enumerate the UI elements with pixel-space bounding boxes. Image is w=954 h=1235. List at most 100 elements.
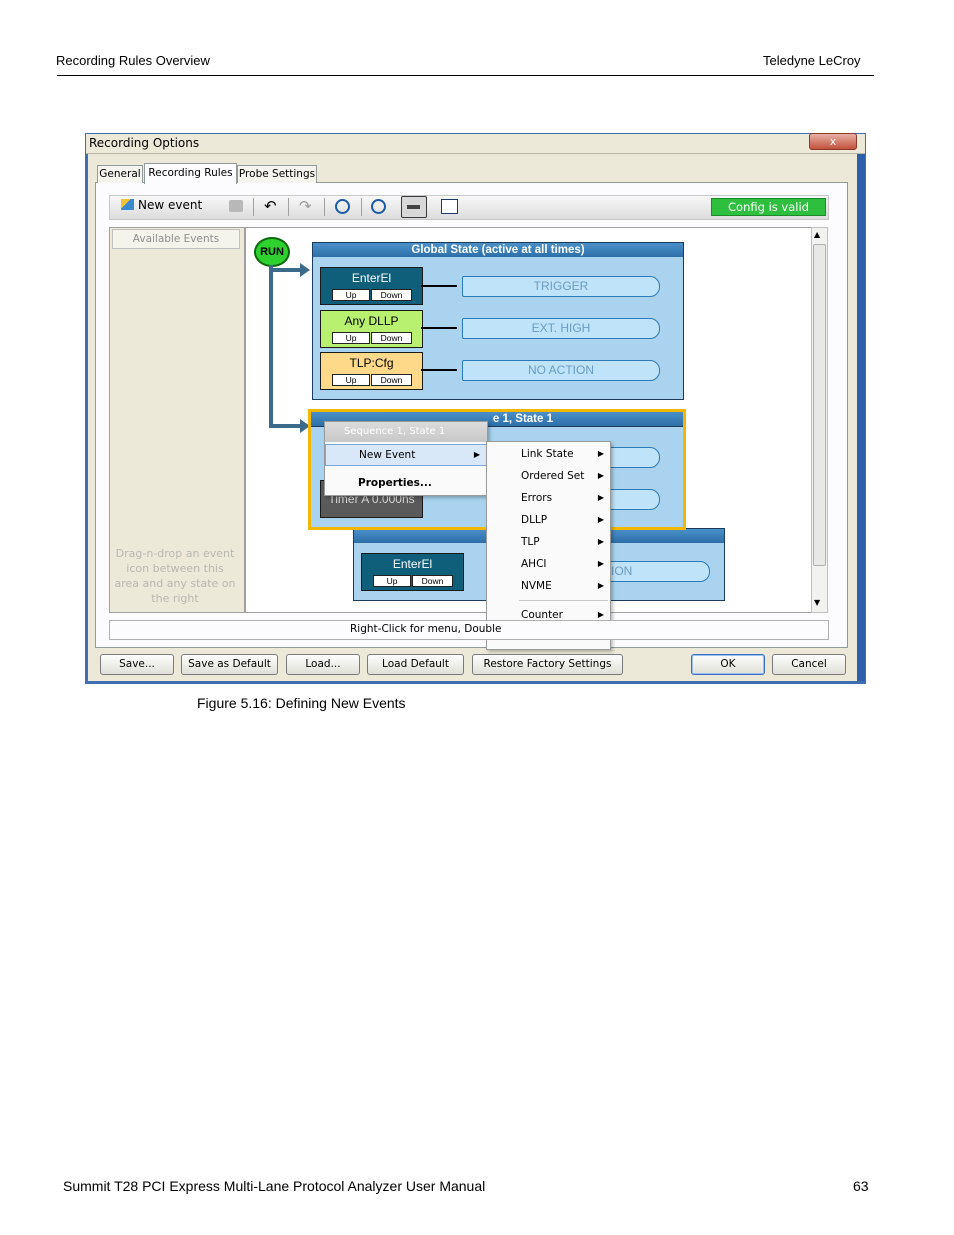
menu-item-label: New Event	[359, 449, 416, 461]
action-no-action[interactable]: NO ACTION	[462, 360, 660, 381]
toolbar-separator	[324, 198, 325, 216]
connector-line	[269, 268, 303, 272]
submenu-arrow-icon: ▶	[597, 493, 604, 502]
global-state-title: Global State (active at all times)	[313, 243, 683, 257]
zoom-in-icon[interactable]	[335, 199, 350, 214]
event-label: EnterEl	[351, 271, 392, 285]
ok-button[interactable]: OK	[691, 654, 765, 675]
up-button[interactable]: Up	[332, 289, 370, 301]
submenu-link-state[interactable]: Link State ▶	[487, 443, 610, 465]
submenu-arrow-icon: ▶	[597, 515, 604, 524]
save-button[interactable]: Save...	[100, 654, 174, 675]
tab-probe-settings[interactable]: Probe Settings	[237, 165, 317, 183]
down-button[interactable]: Down	[371, 374, 412, 386]
event-label: Any DLLP	[344, 314, 399, 328]
new-event-label: New event	[138, 198, 203, 212]
event-tlp-cfg[interactable]: TLP:Cfg Up Down	[320, 352, 423, 390]
event-label: TLP:Cfg	[349, 356, 394, 370]
title-bar[interactable]	[86, 134, 865, 154]
submenu-arrow-icon: ▶	[597, 537, 604, 546]
tab-recording-rules[interactable]: Recording Rules	[144, 163, 237, 184]
run-node[interactable]: RUN	[254, 237, 290, 267]
down-button[interactable]: Down	[371, 289, 412, 301]
submenu-label: TLP	[521, 536, 540, 548]
properties-icon[interactable]	[441, 199, 458, 214]
submenu-errors[interactable]: Errors ▶	[487, 487, 610, 509]
submenu-arrow-icon: ▶	[597, 471, 604, 480]
submenu-arrow-icon: ▶	[597, 449, 604, 458]
page-footer-title: Summit T28 PCI Express Multi-Lane Protoc…	[63, 1178, 486, 1194]
submenu-tlp[interactable]: TLP ▶	[487, 531, 610, 553]
header-rule	[57, 75, 874, 76]
submenu-label: Link State	[521, 448, 574, 460]
submenu-ordered-set[interactable]: Ordered Set ▶	[487, 465, 610, 487]
save-as-default-button[interactable]: Save as Default	[181, 654, 278, 675]
config-status-badge: Config is valid	[711, 198, 826, 216]
tab-general[interactable]: General	[97, 165, 143, 183]
submenu-label: DLLP	[521, 514, 548, 526]
event-link	[421, 369, 457, 371]
event-enterel[interactable]: EnterEl Up Down	[320, 267, 423, 305]
down-button[interactable]: Down	[412, 575, 453, 587]
submenu-ahci[interactable]: AHCI ▶	[487, 553, 610, 575]
action-partial[interactable]: ION	[600, 561, 710, 582]
submenu-label: Ordered Set	[521, 470, 585, 482]
undo-icon[interactable]: ↶	[264, 197, 277, 215]
event-link	[421, 327, 457, 329]
view-toggle-button[interactable]	[401, 196, 427, 218]
page-header-left: Recording Rules Overview	[56, 53, 210, 68]
submenu-arrow-icon: ▶	[597, 581, 604, 590]
new-event-submenu: Link State ▶ Ordered Set ▶ Errors ▶ DLLP ▶ T…	[486, 441, 611, 650]
scroll-down-icon[interactable]: ▼	[814, 598, 820, 607]
menu-separator	[519, 600, 608, 601]
new-event-button[interactable]: New event	[121, 198, 202, 212]
close-button[interactable]: x	[809, 133, 857, 150]
submenu-label: NVME	[521, 580, 552, 592]
new-event-icon	[121, 199, 134, 210]
connector-line	[269, 265, 273, 427]
figure-caption: Figure 5.16: Defining New Events	[197, 695, 406, 711]
page-header-right: Teledyne LeCroy	[763, 53, 861, 68]
down-button[interactable]: Down	[371, 332, 412, 344]
close-icon: x	[829, 135, 837, 148]
up-button[interactable]: Up	[332, 332, 370, 344]
up-button[interactable]: Up	[332, 374, 370, 386]
panel-icon	[407, 205, 420, 209]
drag-hint: Drag-n-drop an event icon between this a…	[114, 547, 236, 605]
submenu-label: Errors	[521, 492, 553, 504]
scroll-up-icon[interactable]: ▲	[814, 230, 820, 239]
event-label: EnterEl	[392, 557, 433, 571]
action-trigger[interactable]: TRIGGER	[462, 276, 660, 297]
dialog-title: Recording Options	[89, 136, 200, 150]
context-menu: Sequence 1, State 1 New Event ▶ Properti…	[324, 421, 488, 496]
toolbar-separator	[253, 198, 254, 216]
action-ext-high[interactable]: EXT. HIGH	[462, 318, 660, 339]
available-events-label: Available Events	[112, 229, 240, 249]
connector-line	[269, 424, 303, 428]
submenu-label: AHCI	[521, 558, 547, 570]
cancel-button[interactable]: Cancel	[772, 654, 846, 675]
status-text: Right-Click for menu, Double	[350, 623, 502, 635]
menu-item-new-event[interactable]: New Event ▶	[325, 444, 487, 466]
toolbar-separator	[361, 198, 362, 216]
redo-icon[interactable]: ↷	[299, 197, 312, 215]
page-number: 63	[853, 1178, 869, 1194]
event-any-dllp[interactable]: Any DLLP Up Down	[320, 310, 423, 348]
load-button[interactable]: Load...	[286, 654, 360, 675]
menu-item-properties[interactable]: Properties...	[325, 472, 487, 494]
delete-icon[interactable]	[229, 200, 243, 212]
submenu-nvme[interactable]: NVME ▶	[487, 575, 610, 597]
submenu-dllp[interactable]: DLLP ▶	[487, 509, 610, 531]
event-enterel-2[interactable]: EnterEl Up Down	[361, 553, 464, 591]
arrow-head-icon	[300, 263, 310, 277]
up-button[interactable]: Up	[373, 575, 411, 587]
submenu-arrow-icon: ▶	[473, 450, 480, 459]
load-default-button[interactable]: Load Default	[367, 654, 464, 675]
toolbar-separator	[288, 198, 289, 216]
context-menu-header: Sequence 1, State 1	[325, 422, 487, 442]
submenu-arrow-icon: ▶	[597, 559, 604, 568]
restore-factory-button[interactable]: Restore Factory Settings	[472, 654, 623, 675]
zoom-out-icon[interactable]	[371, 199, 386, 214]
event-link	[421, 285, 457, 287]
scrollbar-thumb[interactable]	[813, 244, 826, 566]
